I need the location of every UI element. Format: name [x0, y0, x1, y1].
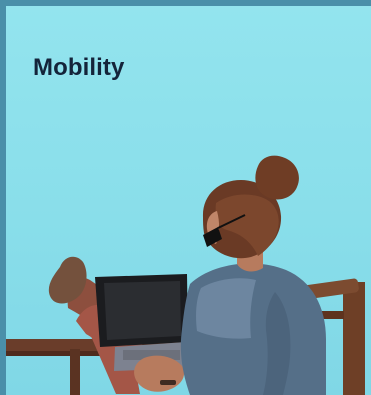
person-with-laptop-image	[6, 155, 365, 395]
mobility-card[interactable]: Mobility	[6, 6, 371, 395]
